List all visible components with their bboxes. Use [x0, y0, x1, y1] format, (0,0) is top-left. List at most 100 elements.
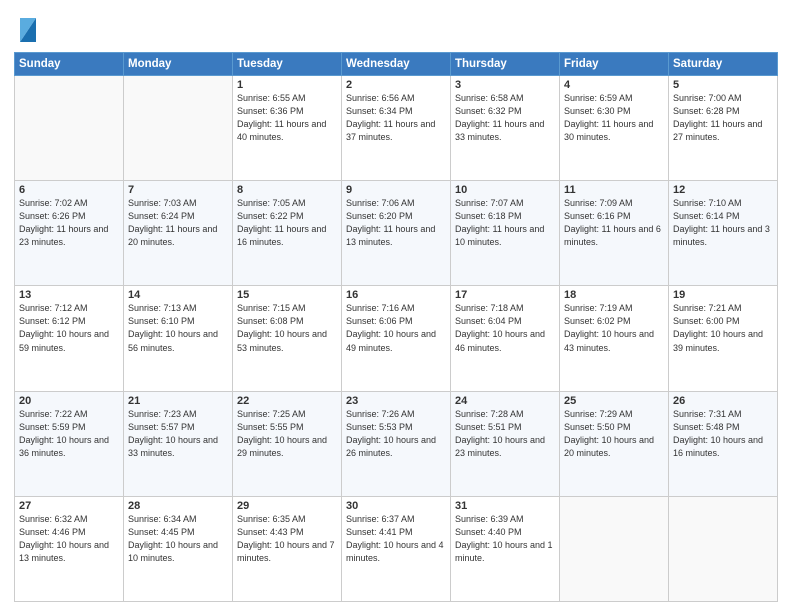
calendar-cell: 10Sunrise: 7:07 AMSunset: 6:18 PMDayligh… [451, 181, 560, 286]
day-info: Sunrise: 7:13 AMSunset: 6:10 PMDaylight:… [128, 302, 228, 354]
calendar-cell: 12Sunrise: 7:10 AMSunset: 6:14 PMDayligh… [669, 181, 778, 286]
calendar-cell: 13Sunrise: 7:12 AMSunset: 6:12 PMDayligh… [15, 286, 124, 391]
day-number: 26 [673, 395, 773, 407]
day-info: Sunrise: 7:25 AMSunset: 5:55 PMDaylight:… [237, 408, 337, 460]
day-number: 5 [673, 79, 773, 91]
day-number: 20 [19, 395, 119, 407]
day-info: Sunrise: 6:35 AMSunset: 4:43 PMDaylight:… [237, 513, 337, 565]
calendar-header-wednesday: Wednesday [342, 53, 451, 76]
calendar-cell: 18Sunrise: 7:19 AMSunset: 6:02 PMDayligh… [560, 286, 669, 391]
day-info: Sunrise: 7:29 AMSunset: 5:50 PMDaylight:… [564, 408, 664, 460]
day-info: Sunrise: 6:55 AMSunset: 6:36 PMDaylight:… [237, 92, 337, 144]
day-info: Sunrise: 7:31 AMSunset: 5:48 PMDaylight:… [673, 408, 773, 460]
calendar-cell [124, 76, 233, 181]
day-info: Sunrise: 7:28 AMSunset: 5:51 PMDaylight:… [455, 408, 555, 460]
day-number: 31 [455, 500, 555, 512]
day-number: 18 [564, 289, 664, 301]
day-number: 6 [19, 184, 119, 196]
calendar-cell: 26Sunrise: 7:31 AMSunset: 5:48 PMDayligh… [669, 391, 778, 496]
day-number: 10 [455, 184, 555, 196]
calendar-week-5: 27Sunrise: 6:32 AMSunset: 4:46 PMDayligh… [15, 496, 778, 601]
calendar-cell: 28Sunrise: 6:34 AMSunset: 4:45 PMDayligh… [124, 496, 233, 601]
calendar-table: SundayMondayTuesdayWednesdayThursdayFrid… [14, 52, 778, 602]
header [14, 10, 778, 46]
day-info: Sunrise: 6:56 AMSunset: 6:34 PMDaylight:… [346, 92, 446, 144]
day-number: 25 [564, 395, 664, 407]
calendar-header-saturday: Saturday [669, 53, 778, 76]
calendar-cell: 16Sunrise: 7:16 AMSunset: 6:06 PMDayligh… [342, 286, 451, 391]
day-info: Sunrise: 6:34 AMSunset: 4:45 PMDaylight:… [128, 513, 228, 565]
day-number: 23 [346, 395, 446, 407]
calendar-cell [560, 496, 669, 601]
day-info: Sunrise: 6:39 AMSunset: 4:40 PMDaylight:… [455, 513, 555, 565]
calendar-week-2: 6Sunrise: 7:02 AMSunset: 6:26 PMDaylight… [15, 181, 778, 286]
calendar-cell: 19Sunrise: 7:21 AMSunset: 6:00 PMDayligh… [669, 286, 778, 391]
calendar-cell [15, 76, 124, 181]
calendar-cell: 9Sunrise: 7:06 AMSunset: 6:20 PMDaylight… [342, 181, 451, 286]
calendar-cell: 21Sunrise: 7:23 AMSunset: 5:57 PMDayligh… [124, 391, 233, 496]
day-number: 24 [455, 395, 555, 407]
day-number: 22 [237, 395, 337, 407]
day-info: Sunrise: 7:06 AMSunset: 6:20 PMDaylight:… [346, 197, 446, 249]
day-info: Sunrise: 7:21 AMSunset: 6:00 PMDaylight:… [673, 302, 773, 354]
day-info: Sunrise: 7:26 AMSunset: 5:53 PMDaylight:… [346, 408, 446, 460]
calendar-header-monday: Monday [124, 53, 233, 76]
day-info: Sunrise: 7:12 AMSunset: 6:12 PMDaylight:… [19, 302, 119, 354]
day-number: 9 [346, 184, 446, 196]
calendar-header-sunday: Sunday [15, 53, 124, 76]
day-number: 29 [237, 500, 337, 512]
day-info: Sunrise: 7:10 AMSunset: 6:14 PMDaylight:… [673, 197, 773, 249]
calendar-cell: 27Sunrise: 6:32 AMSunset: 4:46 PMDayligh… [15, 496, 124, 601]
calendar-week-1: 1Sunrise: 6:55 AMSunset: 6:36 PMDaylight… [15, 76, 778, 181]
day-info: Sunrise: 7:22 AMSunset: 5:59 PMDaylight:… [19, 408, 119, 460]
calendar-cell: 8Sunrise: 7:05 AMSunset: 6:22 PMDaylight… [233, 181, 342, 286]
day-info: Sunrise: 6:32 AMSunset: 4:46 PMDaylight:… [19, 513, 119, 565]
day-number: 13 [19, 289, 119, 301]
calendar-header-row: SundayMondayTuesdayWednesdayThursdayFrid… [15, 53, 778, 76]
day-info: Sunrise: 7:23 AMSunset: 5:57 PMDaylight:… [128, 408, 228, 460]
calendar-header-tuesday: Tuesday [233, 53, 342, 76]
calendar-cell: 23Sunrise: 7:26 AMSunset: 5:53 PMDayligh… [342, 391, 451, 496]
day-number: 4 [564, 79, 664, 91]
calendar-cell: 6Sunrise: 7:02 AMSunset: 6:26 PMDaylight… [15, 181, 124, 286]
day-info: Sunrise: 6:37 AMSunset: 4:41 PMDaylight:… [346, 513, 446, 565]
calendar-cell: 31Sunrise: 6:39 AMSunset: 4:40 PMDayligh… [451, 496, 560, 601]
calendar-cell: 17Sunrise: 7:18 AMSunset: 6:04 PMDayligh… [451, 286, 560, 391]
calendar-cell: 30Sunrise: 6:37 AMSunset: 4:41 PMDayligh… [342, 496, 451, 601]
day-info: Sunrise: 7:09 AMSunset: 6:16 PMDaylight:… [564, 197, 664, 249]
calendar-cell: 4Sunrise: 6:59 AMSunset: 6:30 PMDaylight… [560, 76, 669, 181]
day-info: Sunrise: 7:15 AMSunset: 6:08 PMDaylight:… [237, 302, 337, 354]
calendar-header-friday: Friday [560, 53, 669, 76]
day-number: 27 [19, 500, 119, 512]
calendar-cell: 7Sunrise: 7:03 AMSunset: 6:24 PMDaylight… [124, 181, 233, 286]
day-number: 7 [128, 184, 228, 196]
calendar-cell: 25Sunrise: 7:29 AMSunset: 5:50 PMDayligh… [560, 391, 669, 496]
calendar-cell: 11Sunrise: 7:09 AMSunset: 6:16 PMDayligh… [560, 181, 669, 286]
calendar-cell: 1Sunrise: 6:55 AMSunset: 6:36 PMDaylight… [233, 76, 342, 181]
day-info: Sunrise: 7:16 AMSunset: 6:06 PMDaylight:… [346, 302, 446, 354]
day-number: 11 [564, 184, 664, 196]
day-number: 30 [346, 500, 446, 512]
day-info: Sunrise: 7:03 AMSunset: 6:24 PMDaylight:… [128, 197, 228, 249]
logo [14, 14, 40, 46]
day-number: 14 [128, 289, 228, 301]
day-number: 12 [673, 184, 773, 196]
calendar-cell: 5Sunrise: 7:00 AMSunset: 6:28 PMDaylight… [669, 76, 778, 181]
calendar-cell [669, 496, 778, 601]
day-info: Sunrise: 7:18 AMSunset: 6:04 PMDaylight:… [455, 302, 555, 354]
day-info: Sunrise: 6:59 AMSunset: 6:30 PMDaylight:… [564, 92, 664, 144]
day-number: 21 [128, 395, 228, 407]
day-number: 16 [346, 289, 446, 301]
page: SundayMondayTuesdayWednesdayThursdayFrid… [0, 0, 792, 612]
day-number: 15 [237, 289, 337, 301]
day-number: 1 [237, 79, 337, 91]
calendar-header-thursday: Thursday [451, 53, 560, 76]
day-info: Sunrise: 7:05 AMSunset: 6:22 PMDaylight:… [237, 197, 337, 249]
day-info: Sunrise: 6:58 AMSunset: 6:32 PMDaylight:… [455, 92, 555, 144]
calendar-cell: 15Sunrise: 7:15 AMSunset: 6:08 PMDayligh… [233, 286, 342, 391]
calendar-cell: 3Sunrise: 6:58 AMSunset: 6:32 PMDaylight… [451, 76, 560, 181]
day-info: Sunrise: 7:02 AMSunset: 6:26 PMDaylight:… [19, 197, 119, 249]
day-info: Sunrise: 7:19 AMSunset: 6:02 PMDaylight:… [564, 302, 664, 354]
calendar-cell: 24Sunrise: 7:28 AMSunset: 5:51 PMDayligh… [451, 391, 560, 496]
calendar-cell: 20Sunrise: 7:22 AMSunset: 5:59 PMDayligh… [15, 391, 124, 496]
